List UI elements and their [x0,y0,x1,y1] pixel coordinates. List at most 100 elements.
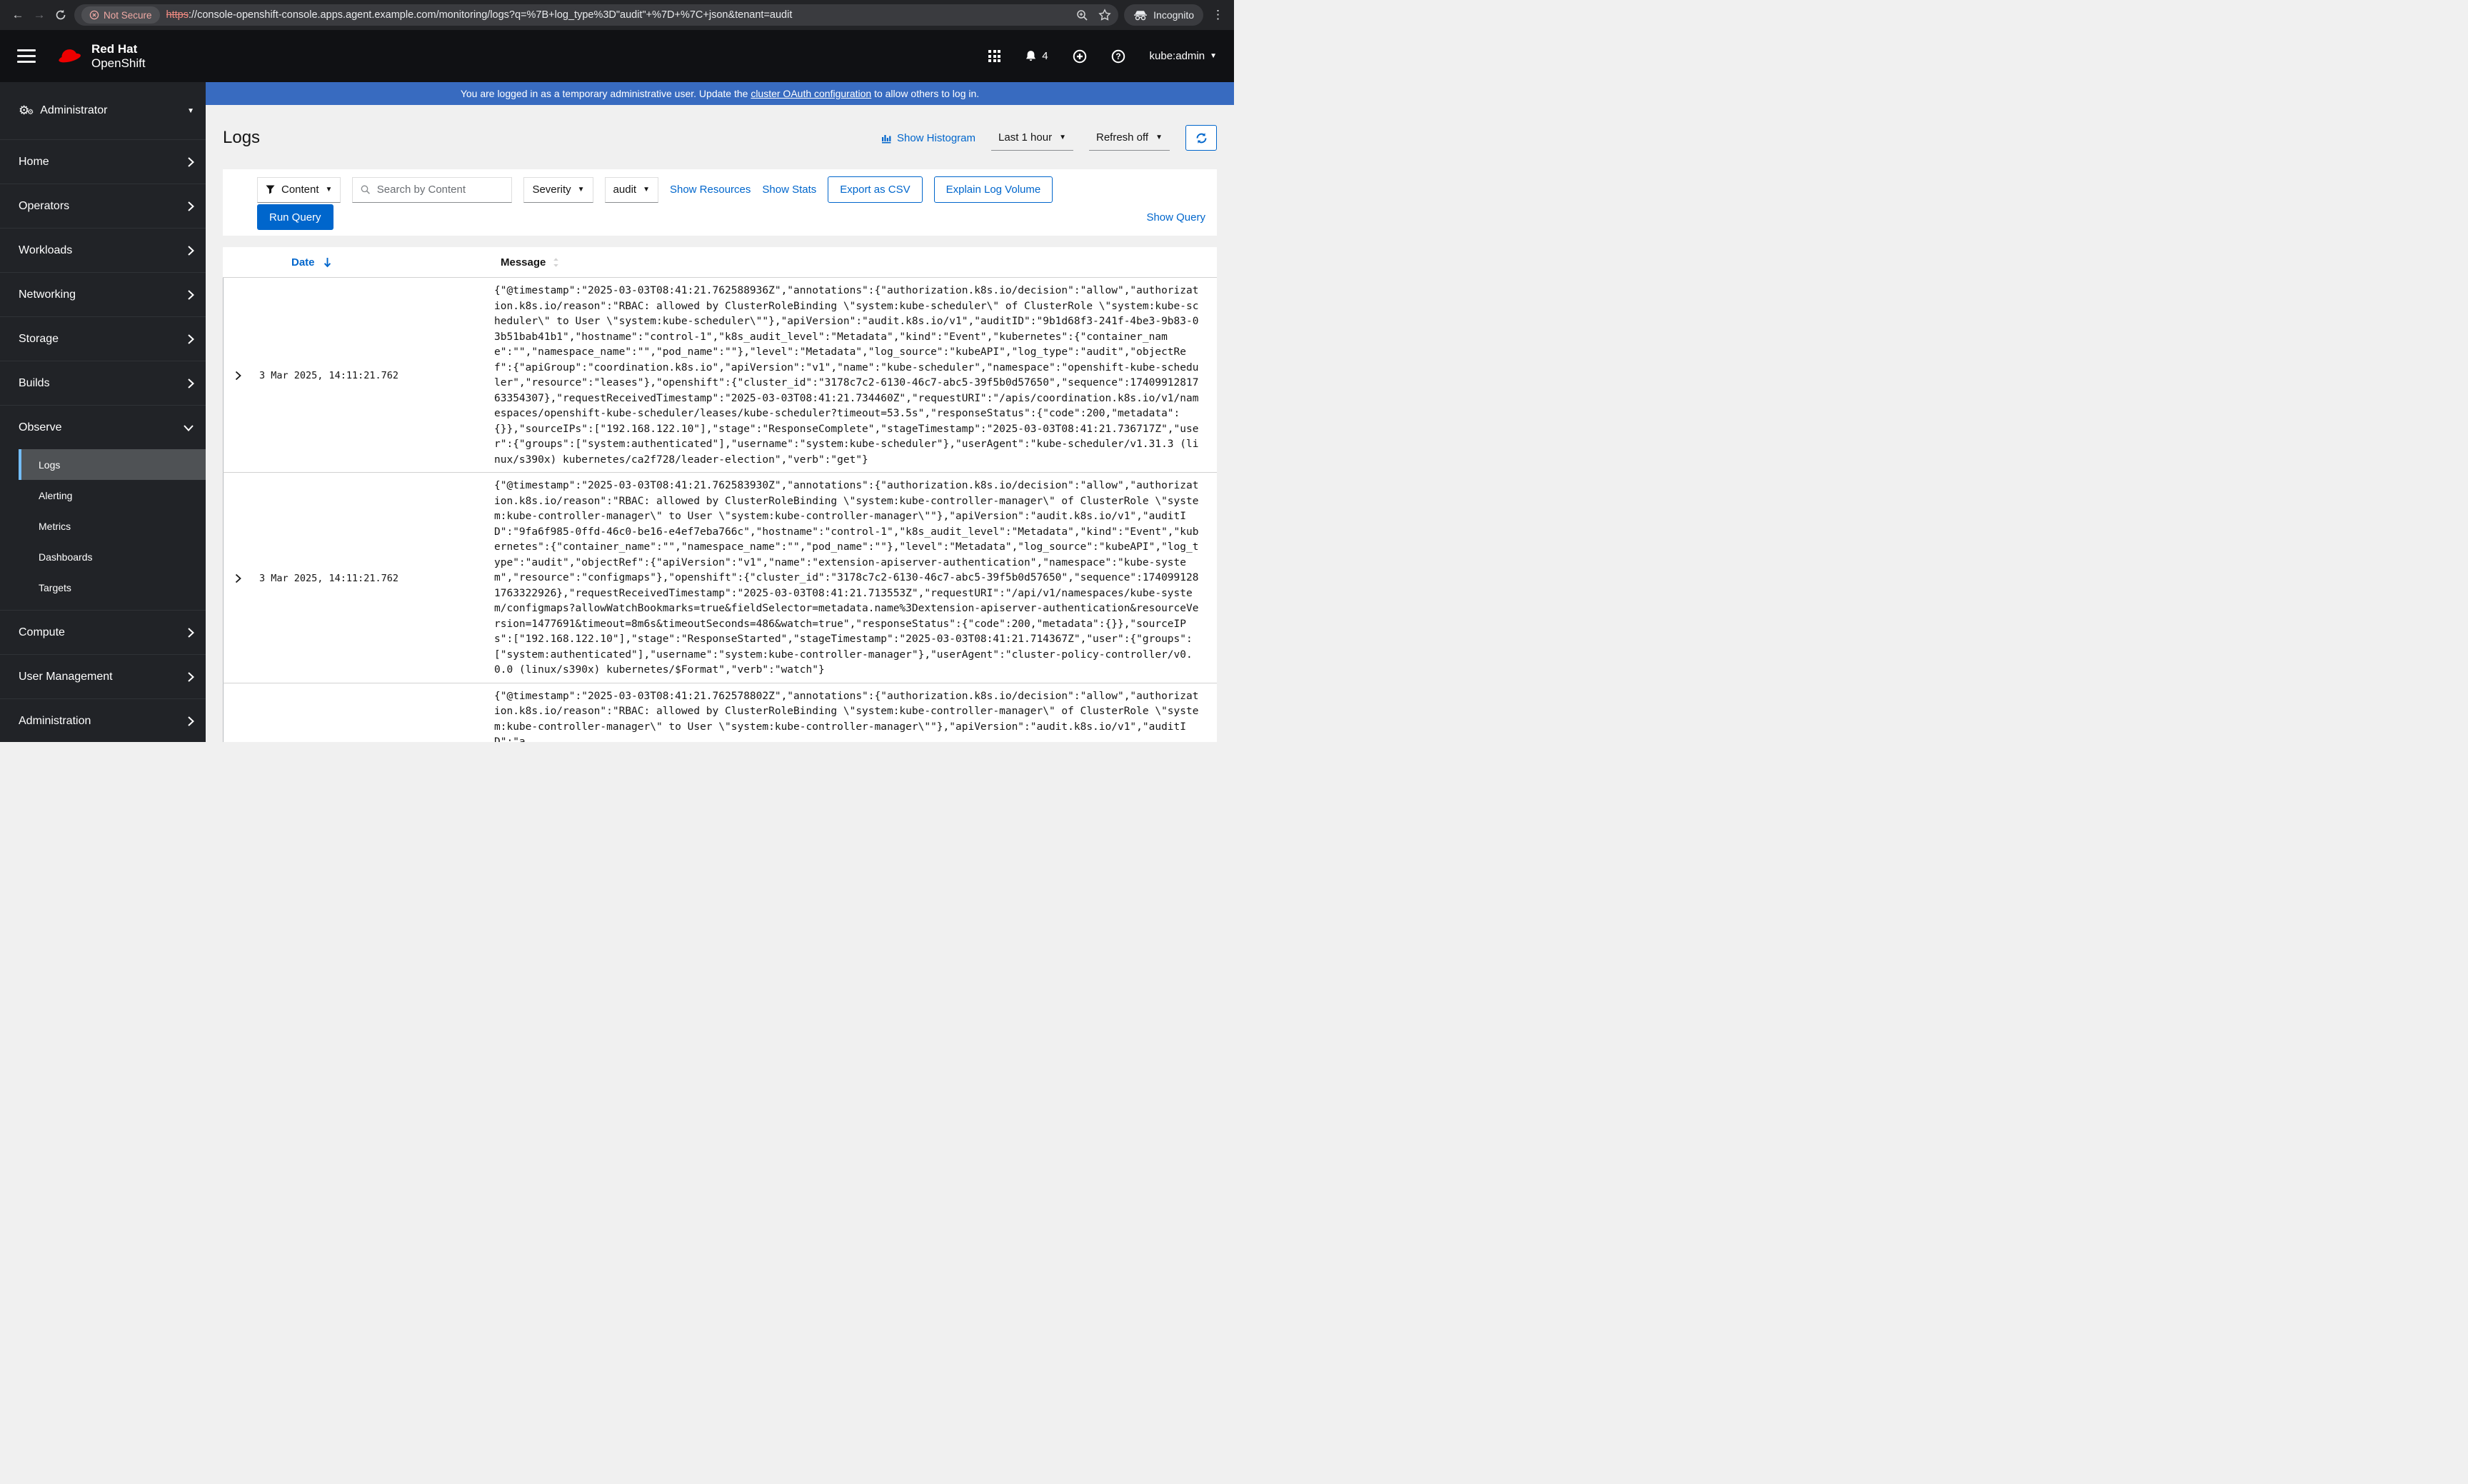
url-scheme: https [166,9,189,21]
tenant-value: audit [613,184,637,196]
sidebar-item-networking[interactable]: Networking [0,272,206,316]
chevron-right-icon [187,289,194,301]
show-histogram-button[interactable]: Show Histogram [881,132,975,144]
user-menu[interactable]: kube:admin ▼ [1150,50,1217,62]
chevron-right-icon [187,716,194,727]
banner-text: You are logged in as a temporary adminis… [460,88,751,99]
chevron-right-icon [187,245,194,256]
histogram-icon [881,134,891,143]
sidebar-item-builds[interactable]: Builds [0,361,206,405]
not-secure-badge[interactable]: Not Secure [81,6,160,24]
sidebar-item-label: Metrics [39,520,71,532]
sidebar-nav: ⚙⚙ Administrator ▼ Home Operators Worklo… [0,82,206,742]
user-name: kube:admin [1149,50,1205,62]
back-icon[interactable]: ← [7,4,29,26]
log-message: {"@timestamp":"2025-03-03T08:41:21.76257… [494,690,1199,743]
export-csv-button[interactable]: Export as CSV [828,176,923,203]
sidebar-item-logs[interactable]: Logs [19,449,206,480]
caret-down-icon: ▼ [1155,134,1163,141]
tenant-select[interactable]: audit ▼ [604,176,658,203]
log-row: 3 Mar 2025, 14:11:21.762 {"@timestamp":"… [223,472,1217,683]
sync-icon [1196,132,1206,144]
browser-menu-icon[interactable]: ⋮ [1212,8,1224,22]
sidebar-item-label: Targets [39,581,71,593]
run-query-button[interactable]: Run Query [257,204,333,230]
sort-desc-icon [323,257,331,267]
sidebar-item-label: Operators [19,199,70,212]
sidebar-item-alerting[interactable]: Alerting [19,480,206,511]
expand-chevron-icon[interactable] [235,573,259,583]
log-message: {"@timestamp":"2025-03-03T08:41:21.76258… [494,480,1199,676]
browser-toolbar: ← → Not Secure https://console-openshift… [0,0,1234,30]
expand-chevron-icon[interactable] [235,371,259,381]
sidebar-item-dashboards[interactable]: Dashboards [19,541,206,572]
app-launcher-icon[interactable] [988,50,1001,62]
not-secure-label: Not Secure [104,9,152,21]
zoom-icon[interactable] [1076,9,1088,21]
severity-value: Severity [532,184,571,196]
severity-select[interactable]: Severity ▼ [523,176,593,203]
search-input[interactable] [376,184,504,196]
sidebar-item-label: Compute [19,626,65,638]
sidebar-item-compute[interactable]: Compute [0,610,206,654]
attribute-filter-value: Content [281,184,319,196]
sidebar-item-targets[interactable]: Targets [19,572,206,603]
oauth-configuration-link[interactable]: cluster OAuth configuration [751,88,871,99]
sidebar-item-label: Observe [19,421,62,433]
incognito-label: Incognito [1153,9,1194,21]
brand-text: Red Hat OpenShift [91,42,146,69]
masthead: Red Hat OpenShift 4 ? kube:admin ▼ [0,30,1234,82]
time-range-select[interactable]: Last 1 hour ▼ [991,125,1073,151]
forward-icon[interactable]: → [29,4,50,26]
show-stats-link[interactable]: Show Stats [762,184,816,196]
bell-icon [1026,51,1036,61]
message-column-header[interactable]: Message [493,256,1205,269]
sidebar-item-label: Alerting [39,489,73,501]
show-resources-link[interactable]: Show Resources [670,184,751,196]
show-histogram-label: Show Histogram [896,131,976,144]
incognito-icon [1134,10,1148,20]
sidebar-item-workloads[interactable]: Workloads [0,228,206,272]
log-row: 3 Mar 2025, 14:11:21.762 {"@timestamp":"… [223,278,1217,472]
sidebar-item-metrics[interactable]: Metrics [19,511,206,541]
sidebar-item-label: Builds [19,376,50,389]
sidebar-item-observe[interactable]: Observe [0,405,206,449]
url-rest: ://console-openshift-console.apps.agent.… [188,9,793,21]
hamburger-menu-icon[interactable] [17,49,36,63]
brand-logo[interactable]: Red Hat OpenShift [54,42,146,70]
sidebar-item-label: Administration [19,714,91,727]
chevron-right-icon [187,627,194,638]
table-header: Date Message [223,247,1217,278]
explain-log-volume-button[interactable]: Explain Log Volume [933,176,1053,203]
sidebar-item-label: Logs [39,458,61,471]
help-icon[interactable]: ? [1111,49,1125,64]
sidebar-item-home[interactable]: Home [0,139,206,184]
refresh-interval-select[interactable]: Refresh off ▼ [1088,125,1170,151]
caret-down-icon: ▼ [325,186,333,194]
time-range-value: Last 1 hour [998,131,1053,144]
show-query-link[interactable]: Show Query [1146,211,1205,224]
chevron-right-icon [187,671,194,683]
incognito-badge: Incognito [1124,4,1203,26]
sidebar-item-label: Storage [19,332,59,345]
sort-icon [553,257,559,267]
date-column-header[interactable]: Date [259,256,493,269]
reload-icon[interactable] [50,4,71,26]
notifications-button[interactable]: 4 [1025,50,1048,62]
bookmark-star-icon[interactable] [1098,9,1111,21]
attribute-filter-select[interactable]: Content ▼ [257,176,341,203]
svg-text:?: ? [1115,51,1120,61]
address-bar[interactable]: Not Secure https://console-openshift-con… [74,4,1119,26]
brand-bottom: OpenShift [91,56,146,70]
refresh-button[interactable] [1185,125,1217,151]
perspective-switcher[interactable]: ⚙⚙ Administrator ▼ [0,82,206,139]
caret-down-icon: ▼ [643,186,650,194]
sidebar-item-user-management[interactable]: User Management [0,654,206,698]
add-icon[interactable] [1073,49,1087,64]
chevron-right-icon [187,378,194,389]
sidebar-item-administration[interactable]: Administration [0,698,206,742]
log-message: {"@timestamp":"2025-03-03T08:41:21.76258… [494,285,1199,466]
sidebar-item-storage[interactable]: Storage [0,316,206,361]
sidebar-item-label: Workloads [19,244,73,256]
sidebar-item-operators[interactable]: Operators [0,184,206,228]
